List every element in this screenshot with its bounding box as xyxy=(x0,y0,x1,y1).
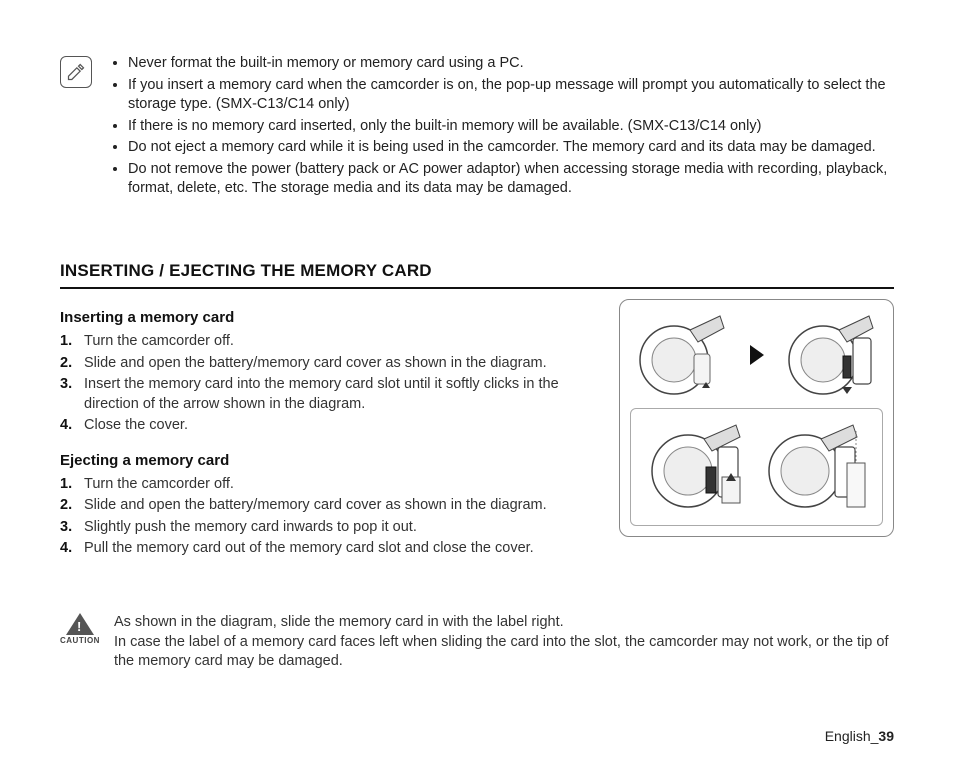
note-list: Never format the built-in memory or memo… xyxy=(110,54,894,201)
caution-line: In case the label of a memory card faces… xyxy=(114,633,894,672)
camcorder-closed-icon xyxy=(630,310,730,400)
arrow-right-icon xyxy=(750,345,764,365)
caution-line: As shown in the diagram, slide the memor… xyxy=(114,613,894,633)
note-icon xyxy=(60,56,92,88)
step-text: Close the cover. xyxy=(84,417,188,433)
list-item: 3.Insert the memory card into the memory… xyxy=(78,375,599,414)
content-row: Inserting a memory card 1.Turn the camco… xyxy=(60,303,894,575)
camcorder-eject-icon xyxy=(761,417,871,517)
note-item: If you insert a memory card when the cam… xyxy=(128,76,894,115)
page-content: Never format the built-in memory or memo… xyxy=(0,0,954,766)
eject-heading: Ejecting a memory card xyxy=(60,452,599,469)
warning-triangle-icon xyxy=(66,613,94,635)
camcorder-open-icon xyxy=(783,310,883,400)
diagram-bottom-row xyxy=(630,408,883,526)
note-item: Do not remove the power (battery pack or… xyxy=(128,160,894,199)
list-item: 3.Slightly push the memory card inwards … xyxy=(78,518,599,538)
list-item: 1.Turn the camcorder off. xyxy=(78,332,599,352)
insert-heading: Inserting a memory card xyxy=(60,309,599,326)
diagram-top-row xyxy=(630,310,883,400)
step-text: Turn the camcorder off. xyxy=(84,476,234,492)
insert-steps: 1.Turn the camcorder off. 2.Slide and op… xyxy=(60,332,599,436)
note-item: Never format the built-in memory or memo… xyxy=(128,54,894,74)
caution-icon: CAUTION xyxy=(60,613,100,647)
footer-lang: English xyxy=(825,728,871,744)
step-text: Pull the memory card out of the memory c… xyxy=(84,540,534,556)
diagram-panel xyxy=(619,299,894,537)
step-text: Slide and open the battery/memory card c… xyxy=(84,497,547,513)
page-number: 39 xyxy=(878,728,894,744)
caution-label: CAUTION xyxy=(60,636,100,647)
step-text: Turn the camcorder off. xyxy=(84,333,234,349)
caution-text: As shown in the diagram, slide the memor… xyxy=(114,613,894,672)
step-text: Slightly push the memory card inwards to… xyxy=(84,519,417,535)
note-item: If there is no memory card inserted, onl… xyxy=(128,117,894,137)
list-item: 2.Slide and open the battery/memory card… xyxy=(78,354,599,374)
caution-block: CAUTION As shown in the diagram, slide t… xyxy=(60,613,894,672)
camcorder-insert-icon xyxy=(642,417,752,517)
list-item: 4.Close the cover. xyxy=(78,416,599,436)
list-item: 1.Turn the camcorder off. xyxy=(78,475,599,495)
note-block: Never format the built-in memory or memo… xyxy=(60,54,894,201)
eject-steps: 1.Turn the camcorder off. 2.Slide and op… xyxy=(60,475,599,559)
note-item: Do not eject a memory card while it is b… xyxy=(128,138,894,158)
list-item: 2.Slide and open the battery/memory card… xyxy=(78,496,599,516)
pencil-note-icon xyxy=(66,62,86,82)
list-item: 4.Pull the memory card out of the memory… xyxy=(78,539,599,559)
section-heading: INSERTING / EJECTING THE MEMORY CARD xyxy=(60,261,894,289)
page-footer: English_39 xyxy=(825,728,894,744)
step-text: Slide and open the battery/memory card c… xyxy=(84,355,547,371)
step-text: Insert the memory card into the memory c… xyxy=(84,376,559,412)
instructions-column: Inserting a memory card 1.Turn the camco… xyxy=(60,303,599,575)
